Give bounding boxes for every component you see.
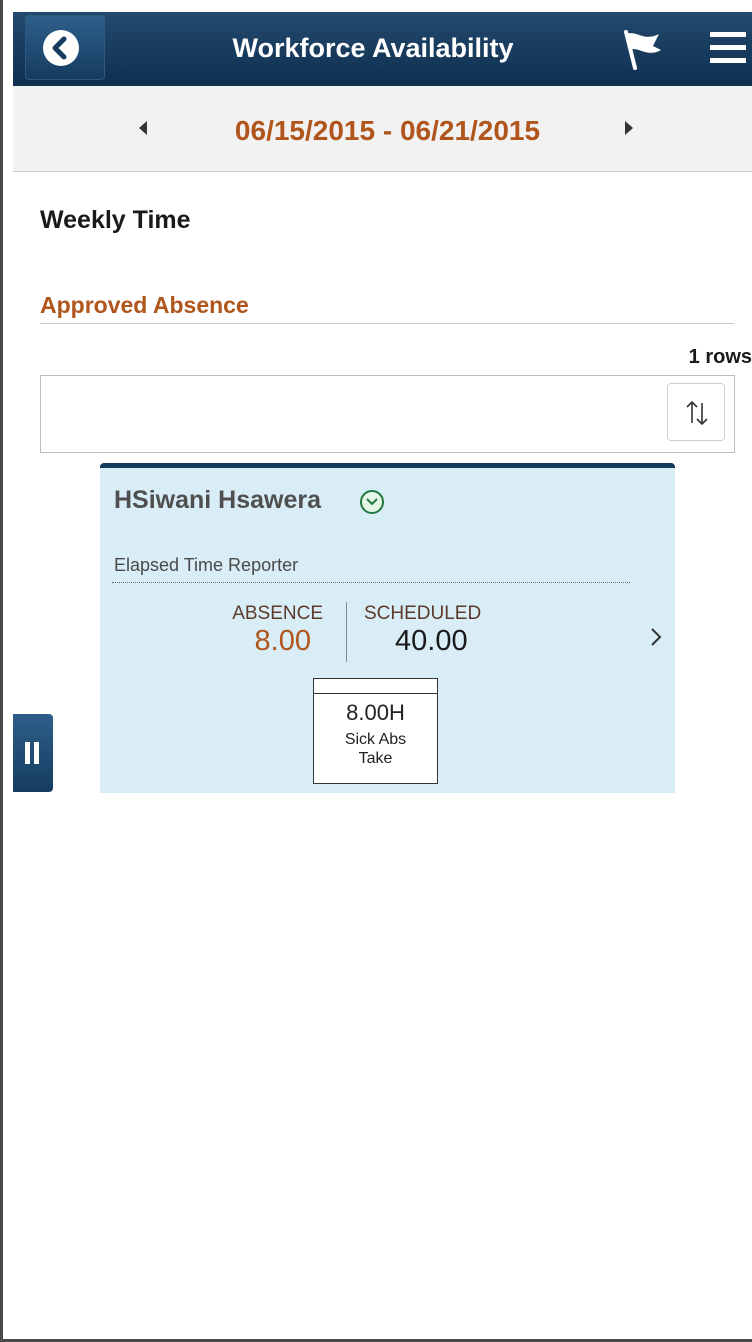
date-navigation: 06/15/2015 - 06/21/2015 bbox=[13, 86, 752, 172]
group-title: Approved Absence bbox=[40, 292, 249, 318]
stat-divider bbox=[346, 602, 347, 662]
grid-toolbar bbox=[40, 375, 735, 453]
date-range: 06/15/2015 - 06/21/2015 bbox=[234, 115, 541, 146]
next-week-icon[interactable] bbox=[625, 121, 633, 135]
sort-icon bbox=[686, 400, 708, 426]
row-count: 1 rows bbox=[688, 346, 752, 368]
side-panel-toggle[interactable] bbox=[13, 714, 53, 792]
tile-description: Sick Abs Take bbox=[314, 730, 437, 768]
employee-card[interactable]: HSiwani Hsawera Elapsed Time Reporter AB… bbox=[100, 463, 675, 793]
employee-role: Elapsed Time Reporter bbox=[114, 555, 299, 575]
absence-label: ABSENCE bbox=[232, 603, 323, 624]
section-title: Weekly Time bbox=[40, 206, 191, 234]
tile-line-1: Sick Abs bbox=[344, 731, 407, 748]
card-divider bbox=[112, 582, 630, 583]
absence-tile[interactable]: 8.00H Sick Abs Take bbox=[313, 678, 438, 784]
tile-hours: 8.00H bbox=[346, 700, 405, 725]
chevron-right-icon[interactable] bbox=[648, 626, 664, 648]
pause-bar-icon bbox=[34, 742, 39, 764]
expand-details-icon[interactable] bbox=[360, 490, 384, 514]
flag-icon[interactable] bbox=[619, 28, 665, 72]
scheduled-label: SCHEDULED bbox=[364, 603, 482, 624]
scheduled-value: 40.00 bbox=[395, 625, 468, 657]
app-header: Workforce Availability bbox=[13, 12, 752, 86]
pause-bar-icon bbox=[25, 742, 30, 764]
group-divider bbox=[40, 323, 734, 324]
sort-button[interactable] bbox=[667, 383, 725, 441]
hamburger-menu-icon[interactable] bbox=[709, 29, 747, 67]
absence-value: 8.00 bbox=[254, 625, 311, 657]
employee-name: HSiwani Hsawera bbox=[114, 486, 322, 514]
tile-header-band bbox=[314, 679, 437, 694]
tile-line-2: Take bbox=[358, 750, 393, 767]
